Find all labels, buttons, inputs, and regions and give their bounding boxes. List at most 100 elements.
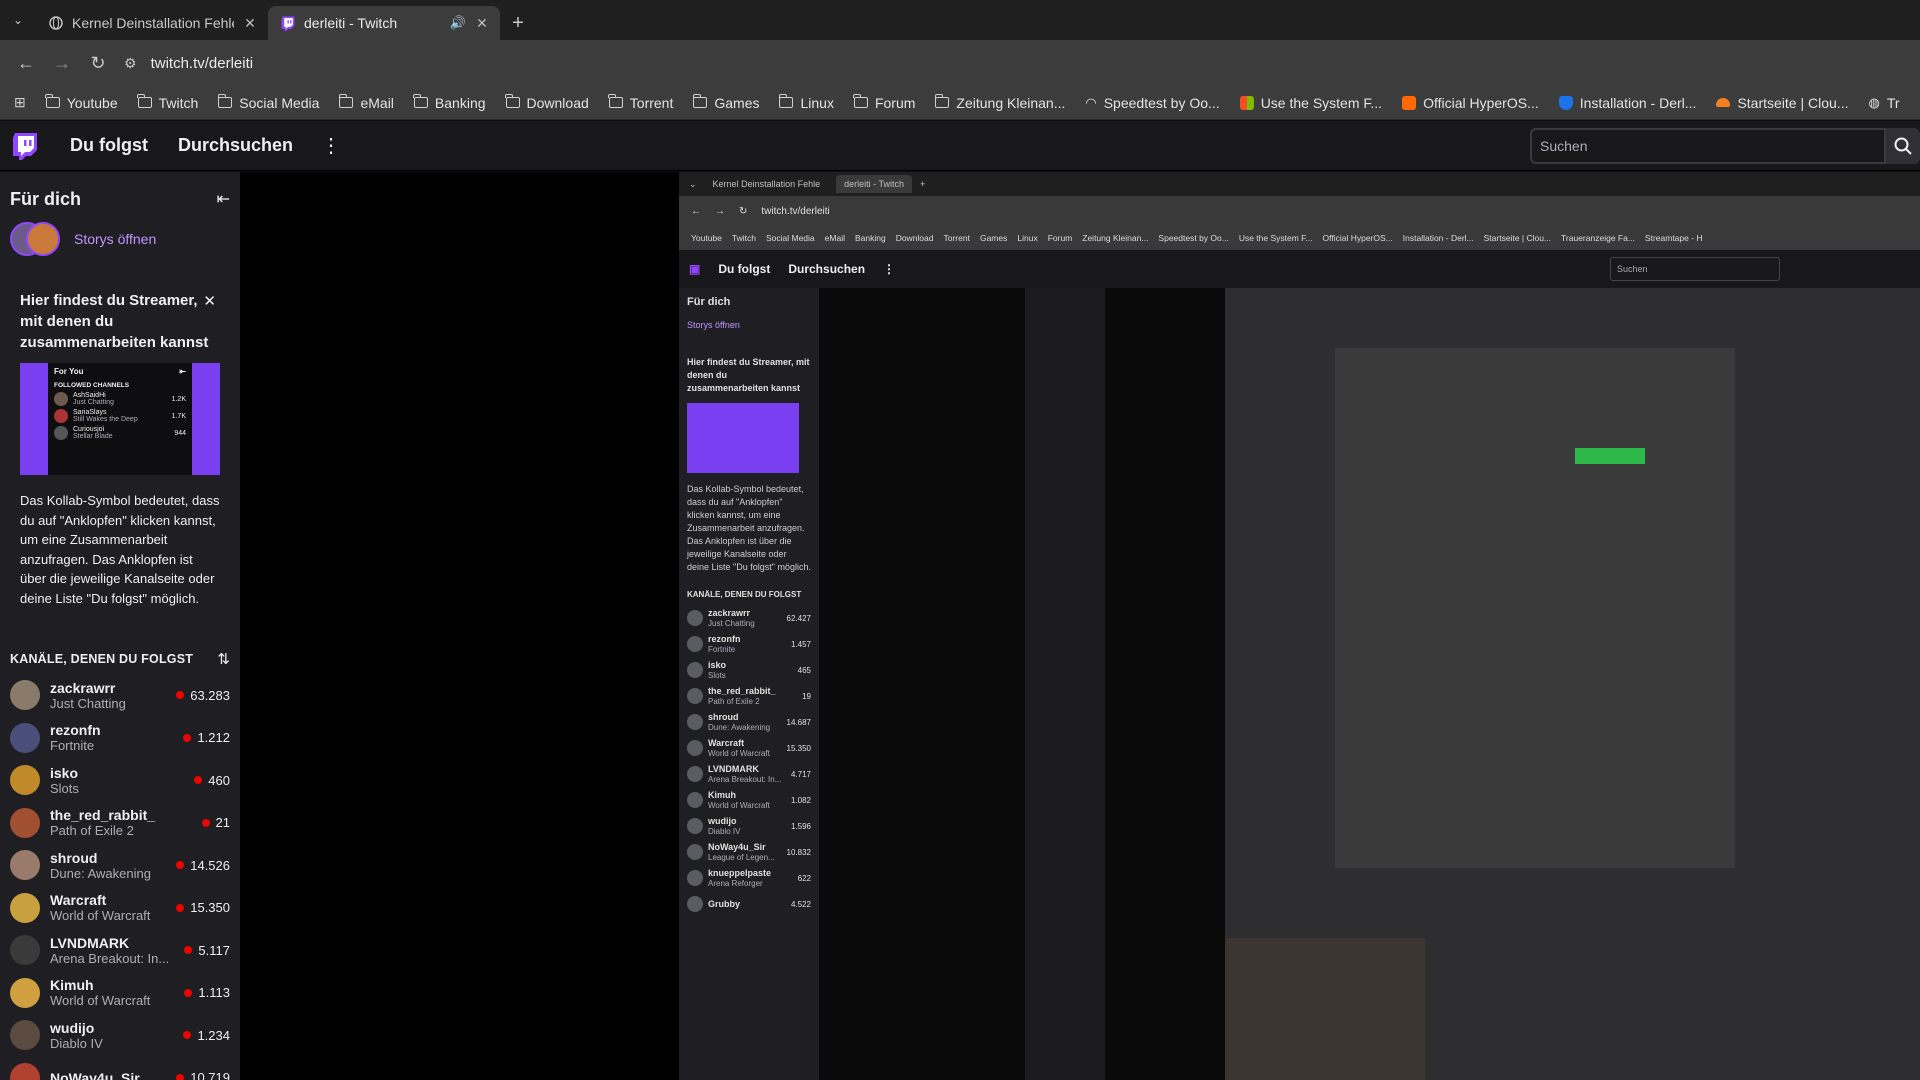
viewer-count: 1.234 <box>183 1028 230 1043</box>
bookmark-cloudflare[interactable]: Startseite | Clou... <box>1716 95 1848 111</box>
back-arrow-icon[interactable]: ← <box>10 47 42 79</box>
channel-item[interactable]: the_red_rabbit_ Path of Exile 2 21 <box>0 802 240 845</box>
bookmark-speedtest[interactable]: ◠ Speedtest by Oo... <box>1085 95 1219 111</box>
nested-green-button <box>1575 448 1645 464</box>
channel-item[interactable]: NoWay4u_Sir 10.719 <box>0 1057 240 1080</box>
bookmark-twitch[interactable]: Twitch <box>137 94 199 111</box>
stream-channel-viewers: 4.717 <box>790 769 811 779</box>
stream-followed-header: KANÄLE, DENEN DU FOLGST <box>687 590 802 599</box>
bookmark-label: Banking <box>434 94 486 111</box>
nav-browse-link[interactable]: Durchsuchen <box>178 135 293 156</box>
channel-item[interactable]: wudijo Diablo IV 1.234 <box>0 1014 240 1057</box>
bookmark-banking[interactable]: Banking <box>413 94 486 111</box>
stream-channel-item: Grubby 4.522 <box>687 891 811 917</box>
tab-search-chevron-icon[interactable]: ⌄ <box>0 0 36 40</box>
stream-dark-area <box>819 288 1025 1080</box>
bookmark-tr[interactable]: ◍ Tr <box>1868 95 1899 111</box>
channel-item[interactable]: Kimuh World of Warcraft 1.113 <box>0 972 240 1015</box>
bookmark-linux[interactable]: Linux <box>778 94 834 111</box>
bookmark-label: Startseite | Clou... <box>1737 94 1849 111</box>
stream-channel-viewers: 1.082 <box>790 795 811 805</box>
avatar <box>687 662 703 678</box>
stream-channel-game: Arena Breakout: In... <box>708 775 782 784</box>
stream-channel-item: Kimuh World of Warcraft 1.082 <box>687 787 811 813</box>
stream-channel-name: Kimuh <box>708 790 736 800</box>
channel-item[interactable]: LVNDMARK Arena Breakout: In... 5.117 <box>0 929 240 972</box>
channel-item[interactable]: rezonfn Fortnite 1.212 <box>0 717 240 760</box>
bookmark-games[interactable]: Games <box>692 94 760 111</box>
collapse-sidebar-icon[interactable]: ⇤ <box>217 189 230 209</box>
stream-channel-game: Just Chatting <box>708 619 755 628</box>
url-field[interactable]: ⚙ twitch.tv/derleiti <box>124 55 253 72</box>
search-button[interactable] <box>1886 128 1920 164</box>
nav-following-link[interactable]: Du folgst <box>70 135 148 156</box>
stream-channel-viewers: 1.457 <box>790 639 811 649</box>
channel-game: World of Warcraft <box>50 993 151 1009</box>
channel-item[interactable]: shroud Dune: Awakening 14.526 <box>0 844 240 887</box>
avatar <box>687 818 703 834</box>
viewer-count: 1.113 <box>184 985 230 1000</box>
bookmark-label: Games <box>714 94 760 111</box>
avatar <box>687 870 703 886</box>
live-indicator-icon <box>201 818 210 827</box>
site-settings-icon[interactable]: ⚙ <box>124 55 137 72</box>
bookmark-zeitung[interactable]: Zeitung Kleinan... <box>934 94 1065 111</box>
channel-item[interactable]: Warcraft World of Warcraft 15.350 <box>0 887 240 930</box>
stream-nav-following: Du folgst <box>718 262 771 276</box>
bookmark-torrent[interactable]: Torrent <box>608 94 674 111</box>
folder-icon <box>413 94 428 108</box>
stream-twitch-nav: ▣ Du folgst Durchsuchen ⋮ Suchen <box>679 250 1920 288</box>
folder-icon <box>853 94 868 108</box>
viewer-count-value: 15.350 <box>190 900 230 916</box>
viewer-count-value: 63.283 <box>190 687 230 703</box>
search-input[interactable] <box>1530 128 1886 164</box>
nested-dark-area <box>1105 288 1225 1080</box>
close-tab-icon[interactable]: ✕ <box>474 15 490 32</box>
live-indicator-icon <box>184 988 193 997</box>
stream-channel-name: NoWay4u_Sir <box>708 842 766 852</box>
speaker-icon[interactable]: 🔊 <box>450 15 466 31</box>
stream-channel-viewers: 465 <box>797 665 811 675</box>
bookmark-label: Twitch <box>158 94 199 111</box>
browser-tab-active[interactable]: derleiti - Twitch 🔊 ✕ <box>268 6 500 40</box>
bookmark-label: Torrent <box>629 94 674 111</box>
bookmark-hyperos[interactable]: Official HyperOS... <box>1402 95 1539 111</box>
stream-channel-item: LVNDMARK Arena Breakout: In... 4.717 <box>687 761 811 787</box>
apps-grid-icon[interactable]: ⊞ <box>14 94 26 111</box>
stream-tab: Kernel Deinstallation Fehle <box>712 179 821 189</box>
channel-text: NoWay4u_Sir <box>50 1070 176 1080</box>
twitch-logo-icon[interactable] <box>12 132 38 160</box>
stream-video-player[interactable]: ⌄ Kernel Deinstallation Fehle derleiti -… <box>679 172 1920 1080</box>
avatar <box>26 222 60 256</box>
bookmark-email[interactable]: eMail <box>338 94 394 111</box>
stream-bookmark: Torrent <box>943 233 970 243</box>
browser-tab[interactable]: Kernel Deinstallation Fehle ✕ <box>36 6 268 40</box>
channel-item[interactable]: zackrawrr Just Chatting 63.283 <box>0 674 240 717</box>
reload-icon[interactable]: ↻ <box>82 47 114 79</box>
search-icon <box>1894 137 1912 155</box>
bookmark-download[interactable]: Download <box>504 94 589 111</box>
live-indicator-icon <box>176 691 185 700</box>
bookmark-system-file[interactable]: Use the System F... <box>1239 95 1382 111</box>
channel-item[interactable]: isko Slots 460 <box>0 759 240 802</box>
stories-button[interactable]: Storys öffnen <box>0 212 240 266</box>
forward-arrow-icon[interactable]: → <box>46 47 78 79</box>
close-tab-icon[interactable]: ✕ <box>242 15 258 32</box>
bookmark-installation[interactable]: Installation - Derl... <box>1558 95 1696 111</box>
bookmark-forum[interactable]: Forum <box>853 94 915 111</box>
channel-name: NoWay4u_Sir <box>50 1069 140 1080</box>
preview-game: Still Wakes the Deep <box>73 416 138 423</box>
bookmark-youtube[interactable]: Youtube <box>45 94 118 111</box>
close-promo-icon[interactable]: ✕ <box>203 292 216 310</box>
folder-icon <box>504 94 520 108</box>
sort-icon[interactable]: ⇅ <box>217 650 230 668</box>
stream-channel-viewers: 14.687 <box>786 717 811 727</box>
channel-text: LVNDMARK Arena Breakout: In... <box>50 935 184 966</box>
new-tab-button[interactable]: + <box>500 6 536 40</box>
viewer-count-value: 21 <box>215 815 230 831</box>
stream-channel-viewers: 62.427 <box>786 613 811 623</box>
stream-channel-item: knueppelpaste Arena Reforger 622 <box>687 865 811 891</box>
bookmark-social-media[interactable]: Social Media <box>217 94 319 111</box>
windows-icon <box>1239 95 1254 110</box>
more-options-icon[interactable]: ⋮ <box>321 133 341 158</box>
